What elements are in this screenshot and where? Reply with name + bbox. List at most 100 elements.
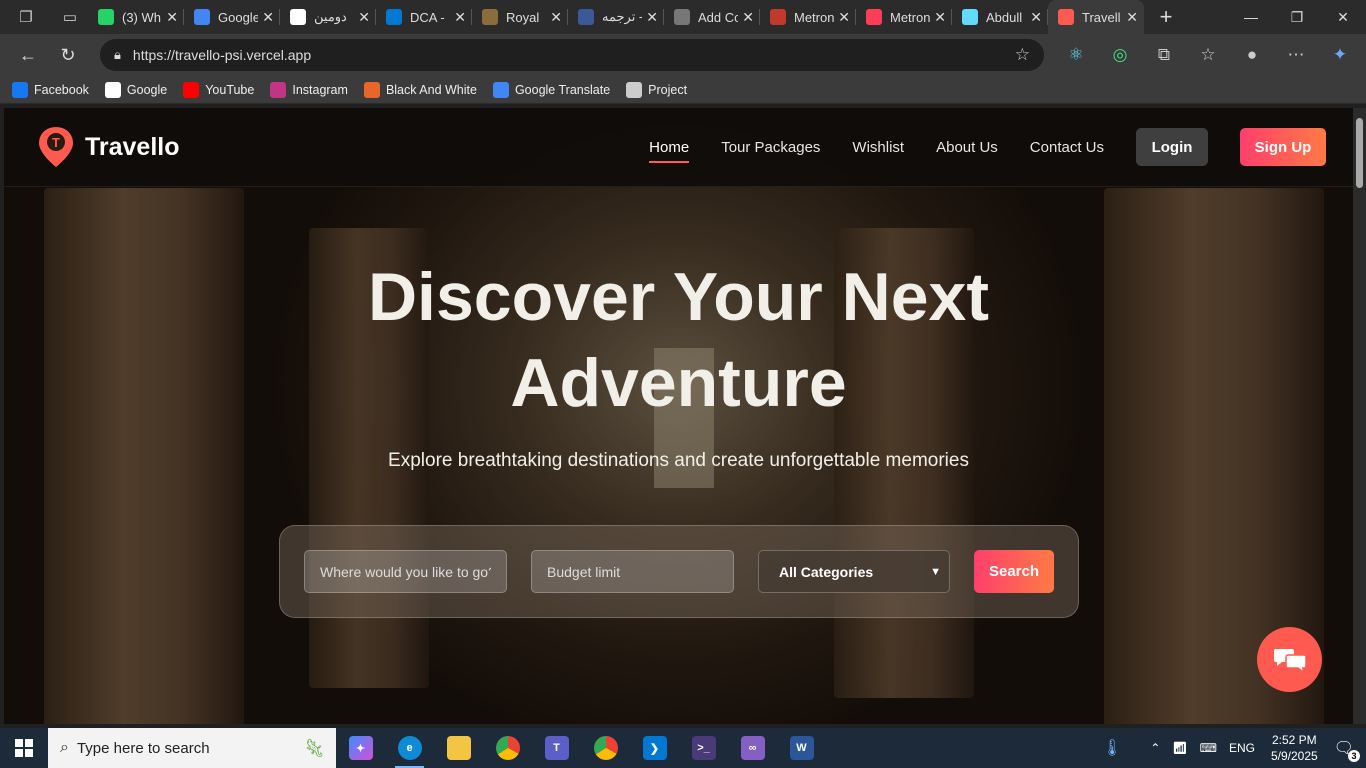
close-tab-icon[interactable]: ✕	[646, 9, 658, 26]
bookmarks-bar: Facebook Google YouTube Instagram Black And …	[0, 76, 1366, 104]
site-navbar: T Travello Home Tour Packages Wishlist A…	[4, 108, 1353, 187]
tab-title: دومين	[314, 9, 347, 24]
language-indicator[interactable]: ENG	[1229, 741, 1255, 755]
tab-title: Royal	[506, 9, 540, 25]
tab-title: Metron	[794, 9, 835, 25]
taskbar-chrome-profile[interactable]	[581, 728, 630, 768]
facebook-icon	[12, 81, 28, 98]
close-tab-icon[interactable]: ✕	[742, 9, 754, 26]
tab-title: Google	[218, 9, 259, 25]
restore-button[interactable]: ❐	[1274, 9, 1320, 26]
taskbar-visual-studio[interactable]: ∞	[728, 728, 777, 768]
teams-icon: T	[544, 736, 569, 760]
browser-tab[interactable]: Metron ✕	[760, 0, 856, 34]
close-tab-icon[interactable]: ✕	[262, 9, 274, 26]
nav-tour-packages[interactable]: Tour Packages	[721, 139, 820, 156]
taskbar-terminal[interactable]: >_	[679, 728, 728, 768]
close-tab-icon[interactable]: ✕	[1126, 9, 1138, 26]
close-tab-icon[interactable]: ✕	[358, 9, 370, 26]
workspaces-icon[interactable]: ❐	[0, 0, 52, 34]
bookmark-item[interactable]: Google	[104, 81, 167, 98]
chat-button[interactable]	[1257, 627, 1322, 692]
nav-wishlist[interactable]: Wishlist	[852, 139, 904, 156]
browser-tab[interactable]: Google ✕	[184, 0, 280, 34]
nav-home[interactable]: Home	[649, 139, 690, 163]
main-menu: Home Tour Packages Wishlist About Us Con…	[649, 128, 1353, 166]
search-button[interactable]: Search	[974, 550, 1054, 593]
close-window-button[interactable]: ✕	[1320, 9, 1366, 26]
scrollbar-thumb[interactable]	[1356, 118, 1363, 188]
back-button[interactable]: ←	[8, 45, 48, 66]
chatgpt-icon	[290, 9, 306, 25]
browser-tab[interactable]: Royal ✕	[472, 0, 568, 34]
taskbar-teams[interactable]: T	[532, 728, 581, 768]
extension-ring-icon[interactable]: ◎	[1098, 45, 1142, 65]
close-tab-icon[interactable]: ✕	[166, 9, 178, 26]
close-tab-icon[interactable]: ✕	[1030, 9, 1042, 26]
close-tab-icon[interactable]: ✕	[934, 9, 946, 26]
taskbar-chrome[interactable]	[483, 728, 532, 768]
nav-contact-us[interactable]: Contact Us	[1030, 139, 1104, 156]
extensions-icon[interactable]: ⧉	[1142, 45, 1186, 65]
browser-tab[interactable]: DCA - ✕	[376, 0, 472, 34]
browser-tab[interactable]: ترجمه - ✕	[568, 0, 664, 34]
google-icon	[104, 81, 121, 98]
close-tab-icon[interactable]: ✕	[838, 9, 850, 26]
bookmark-item[interactable]: YouTube	[183, 81, 254, 98]
close-tab-icon[interactable]: ✕	[454, 9, 466, 26]
taskbar-word[interactable]: W	[777, 728, 826, 768]
url-bar[interactable]: 🔒︎ https://travello-psi.vercel.app ☆	[100, 39, 1044, 71]
favorites-icon[interactable]: ☆	[1186, 45, 1230, 65]
browser-tab[interactable]: Abdull ✕	[952, 0, 1048, 34]
bw-icon	[363, 81, 380, 98]
profile-avatar[interactable]: ●	[1230, 45, 1274, 65]
search-icon	[578, 9, 594, 25]
lock-icon[interactable]: 🔒︎	[114, 47, 121, 63]
nav-about-us[interactable]: About Us	[936, 139, 998, 156]
browser-tab[interactable]: Add Cc ✕	[664, 0, 760, 34]
notifications-icon[interactable]: 🗨︎ 3	[1334, 738, 1360, 762]
chameleon-illustration: 🦎︎	[303, 737, 326, 758]
login-button[interactable]: Login	[1136, 128, 1208, 166]
browser-tab[interactable]: دومين ✕	[280, 0, 376, 34]
hero-title-line1: Discover Your Next	[367, 259, 990, 335]
browser-tab[interactable]: Metron ✕	[856, 0, 952, 34]
copilot-icon[interactable]: ✦	[1318, 45, 1362, 65]
more-menu-icon[interactable]: ⋯	[1274, 45, 1318, 65]
tab-title: Metron	[890, 9, 931, 25]
input-method-icon[interactable]: ⌨	[1200, 741, 1217, 755]
bookmark-item[interactable]: Project	[626, 81, 687, 98]
favorite-star-icon[interactable]: ☆	[1015, 45, 1030, 65]
browser-tab[interactable]: Travell ✕	[1048, 0, 1144, 34]
clock[interactable]: 2:52 PM 5/9/2025	[1271, 732, 1318, 764]
category-select-value: All Categories	[779, 563, 874, 580]
browser-tab[interactable]: (3) Wh ✕	[88, 0, 184, 34]
new-tab-button[interactable]: +	[1144, 4, 1188, 30]
taskbar-file-explorer[interactable]	[434, 728, 483, 768]
site-logo[interactable]: T Travello	[37, 125, 180, 169]
budget-input[interactable]	[531, 550, 734, 593]
react-devtools-icon[interactable]: ⚛	[1054, 45, 1098, 65]
page-scrollbar[interactable]	[1353, 108, 1366, 724]
windows-start-button[interactable]	[0, 728, 48, 768]
refresh-button[interactable]: ↻	[48, 45, 88, 66]
vertical-tabs-icon[interactable]: ▭	[52, 0, 88, 34]
hero-title: Discover Your Next Adventure	[4, 254, 1353, 426]
bookmark-item[interactable]: Facebook	[12, 81, 89, 98]
signup-button[interactable]: Sign Up	[1240, 128, 1326, 166]
bookmark-item[interactable]: Black And White	[363, 81, 477, 98]
bookmark-item[interactable]: Google Translate	[492, 81, 610, 98]
taskbar-search[interactable]: ⌕ Type here to search 🦎︎	[48, 728, 336, 768]
taskbar-copilot[interactable]: ✦	[336, 728, 385, 768]
minimize-button[interactable]: —	[1228, 9, 1274, 26]
brand-name: Travello	[85, 132, 180, 161]
bookmark-item[interactable]: Instagram	[270, 81, 348, 98]
taskbar-edge[interactable]: e	[385, 728, 434, 768]
taskbar-vscode[interactable]: ❯	[630, 728, 679, 768]
temperature-icon[interactable]: 🌡︎	[1102, 738, 1122, 758]
chevron-up-icon[interactable]: ⌃	[1150, 741, 1160, 755]
wifi-icon[interactable]: 📶︎	[1172, 741, 1187, 755]
close-tab-icon[interactable]: ✕	[550, 9, 562, 26]
destination-input[interactable]	[304, 550, 507, 593]
category-select[interactable]: All Categories ▼	[758, 550, 950, 593]
